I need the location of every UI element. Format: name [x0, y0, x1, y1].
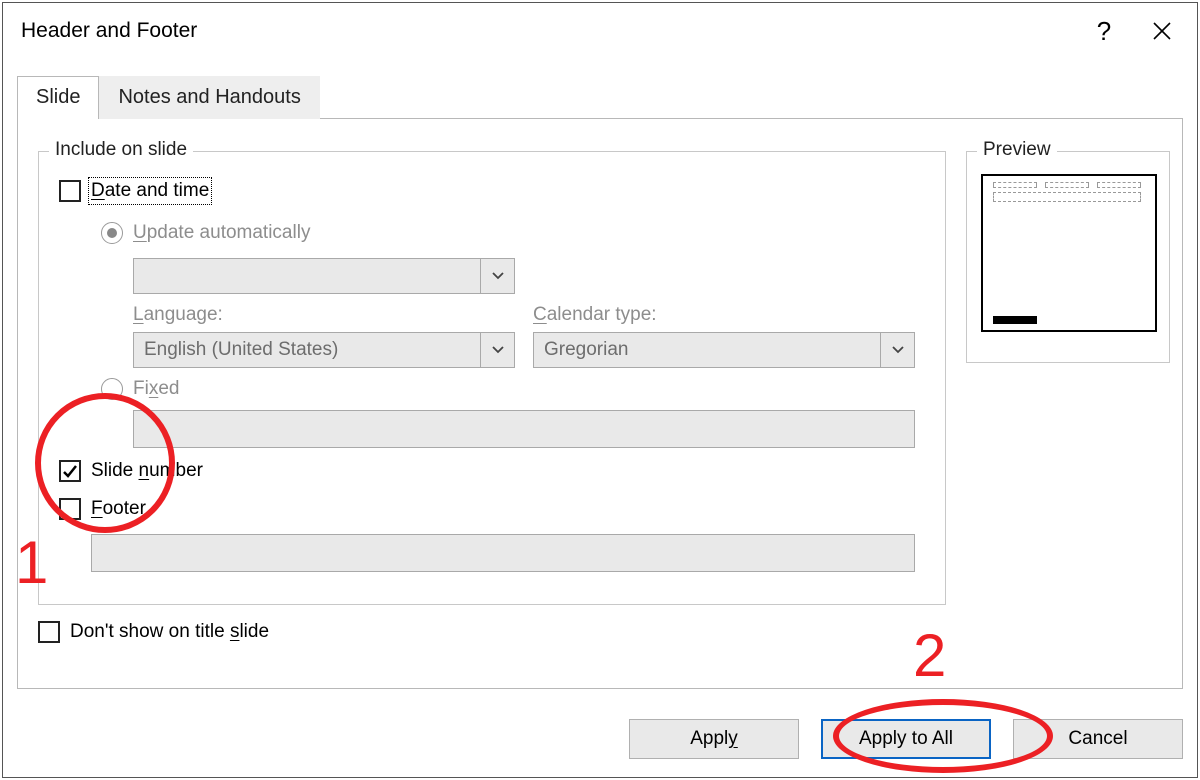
preview-placeholder-center	[1045, 182, 1089, 188]
combo-calendar-value: Gregorian	[534, 333, 880, 367]
row-update-auto: Update automatically	[101, 222, 310, 244]
label-dont-show-title: Don't show on title slide	[70, 621, 269, 643]
label-calendar: Calendar type:	[533, 304, 657, 326]
label-footer: Footer	[91, 498, 146, 520]
dialog-title: Header and Footer	[21, 19, 1075, 43]
radio-dot-icon	[107, 228, 117, 238]
row-fixed: Fixed	[101, 378, 179, 400]
cancel-button[interactable]: Cancel	[1013, 719, 1183, 759]
checkbox-footer[interactable]	[59, 498, 81, 520]
label-date-time: Date and time	[91, 180, 209, 202]
apply-button[interactable]: Apply	[629, 719, 799, 759]
row-dont-show-title: Don't show on title slide	[38, 621, 269, 643]
preview-slide-number-icon	[993, 316, 1037, 324]
preview-placeholder-title	[1097, 182, 1141, 188]
annotation-label-1: 1	[15, 528, 48, 597]
label-slide-number: Slide number	[91, 460, 203, 482]
check-icon	[62, 463, 78, 479]
dialog-buttons: Apply Apply to All Cancel	[629, 719, 1183, 759]
titlebar: Header and Footer ?	[3, 3, 1197, 59]
radio-fixed[interactable]	[101, 378, 123, 400]
row-date-time: Date and time	[59, 180, 209, 202]
row-language-label: Language:	[133, 304, 223, 326]
preview-group: Preview	[966, 151, 1170, 363]
close-icon	[1152, 21, 1172, 41]
input-fixed-date[interactable]	[133, 410, 915, 448]
include-on-slide-group: Include on slide Date and time Update au…	[38, 151, 946, 605]
combo-date-format[interactable]	[133, 258, 515, 294]
preview-placeholder-body	[993, 192, 1141, 202]
row-calendar-label: Calendar type:	[533, 304, 657, 326]
header-footer-dialog: Header and Footer ? Slide Notes and Hand…	[2, 2, 1198, 778]
label-fixed: Fixed	[133, 378, 179, 400]
preview-placeholder-date	[993, 182, 1037, 188]
combo-language-value: English (United States)	[134, 333, 480, 367]
preview-legend: Preview	[977, 139, 1057, 161]
chevron-down-icon	[480, 259, 514, 293]
row-footer: Footer	[59, 498, 146, 520]
combo-date-format-value	[134, 259, 480, 293]
input-footer[interactable]	[91, 534, 915, 572]
checkbox-slide-number[interactable]	[59, 460, 81, 482]
tab-slide[interactable]: Slide	[17, 76, 99, 119]
apply-to-all-button[interactable]: Apply to All	[821, 719, 991, 759]
combo-language[interactable]: English (United States)	[133, 332, 515, 368]
combo-calendar[interactable]: Gregorian	[533, 332, 915, 368]
chevron-down-icon	[480, 333, 514, 367]
label-language: Language:	[133, 304, 223, 326]
tab-notes-handouts[interactable]: Notes and Handouts	[99, 76, 319, 119]
include-legend: Include on slide	[49, 139, 193, 161]
tabstrip: Slide Notes and Handouts	[17, 77, 1183, 119]
close-button[interactable]	[1133, 7, 1191, 55]
row-slide-number: Slide number	[59, 460, 203, 482]
label-update-auto: Update automatically	[133, 222, 310, 244]
checkbox-dont-show-title[interactable]	[38, 621, 60, 643]
slide-preview	[981, 174, 1157, 332]
annotation-label-2: 2	[913, 621, 946, 690]
help-button[interactable]: ?	[1075, 7, 1133, 55]
radio-update-automatically[interactable]	[101, 222, 123, 244]
checkbox-date-time[interactable]	[59, 180, 81, 202]
chevron-down-icon	[880, 333, 914, 367]
tab-body: Include on slide Date and time Update au…	[17, 119, 1183, 689]
